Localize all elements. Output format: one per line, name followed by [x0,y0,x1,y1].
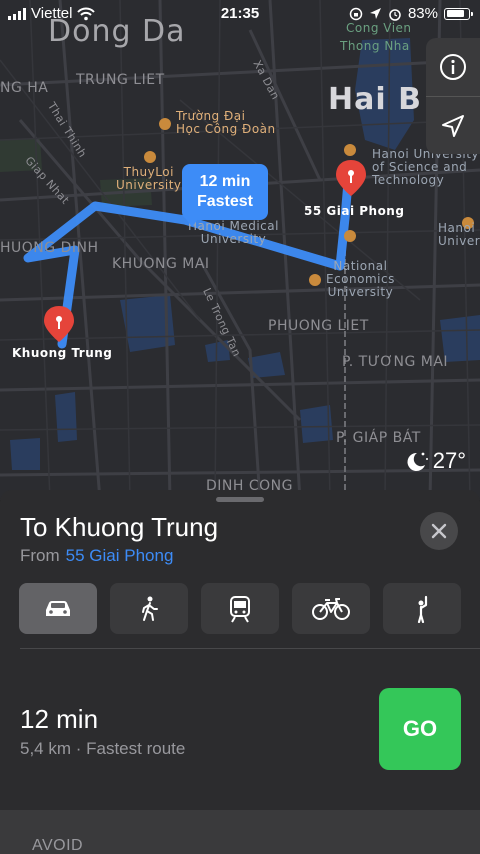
avoid-label: AVOID [32,837,84,854]
map-label-poi: ThuyLoi University [116,165,182,192]
status-icons: 83% [349,5,473,22]
map-label-ward: P. TƯƠNG MAI [342,354,449,370]
mode-cycle[interactable] [292,583,370,634]
destination-pin-icon[interactable] [42,304,76,349]
origin-pin-icon[interactable] [334,158,368,203]
destination-title: To Khuong Trung [20,512,219,542]
info-button[interactable] [426,38,480,96]
map-label-ward: P. GIÁP BÁT [336,430,421,446]
mode-transit[interactable] [201,583,279,634]
bicycle-icon [312,597,350,620]
battery-icon [444,7,473,20]
walking-icon [142,596,158,621]
map-label-poi: National Economics University [326,259,395,299]
origin-link[interactable]: 55 Giai Phong [66,546,174,565]
hailing-person-icon [417,595,428,623]
divider [20,648,480,649]
route-duration: 12 min [20,704,99,734]
map-label-district: Hai B [328,82,422,117]
map-label-ward: PHUONG LIET [268,318,369,334]
train-icon [230,595,250,623]
rotation-lock-icon [349,7,363,20]
weather-temperature: 27° [432,448,466,473]
transport-modes [19,583,461,634]
location-arrow-icon [442,114,464,137]
moon-stars-icon [407,452,428,471]
origin-pin-label: 55 Giai Phong [304,204,405,218]
directions-sheet: To Khuong Trung From 55 Giai Phong 12 mi… [0,490,480,854]
map-label-ward: HUONG DINH [0,240,99,256]
destination-pin-label: Khuong Trung [12,346,113,360]
route-details: 5,4 km · Fastest route [20,739,186,758]
close-icon [431,523,447,539]
map-label-poi: Hanoi U Univer [438,221,480,248]
map-label-poi: Trường Đại Học Công Đoàn [176,109,276,136]
status-bar: Viettel 21:35 83% [0,0,480,28]
map-view[interactable]: Dong Da Hai B NG HA TRUNG LIET Thai Thin… [0,0,480,500]
route-callout[interactable]: 12 min Fastest [182,164,268,227]
car-icon [46,600,70,616]
info-icon [440,54,466,80]
callout-time: 12 min [199,173,251,190]
map-label-park: Thong Nha [340,39,410,53]
map-label-ward: KHUONG MAI [112,256,210,272]
mode-walk[interactable] [110,583,188,634]
alarm-icon [389,8,401,21]
callout-label: Fastest [196,193,254,210]
battery-percent: 83% [407,5,438,22]
map-controls [426,38,480,154]
mode-drive[interactable] [19,583,97,634]
map-label-ward: TRUNG LIET [76,72,165,88]
sheet-grabber[interactable] [216,497,264,502]
location-services-icon [369,8,381,19]
mode-ride[interactable] [383,583,461,634]
weather-widget: 27° [403,448,466,474]
map-label-ward: NG HA [0,80,49,96]
locate-me-button[interactable] [426,96,480,154]
origin-line: From 55 Giai Phong [20,546,173,566]
go-button[interactable]: GO [379,688,461,770]
map-label-poi: Hanoi Medical University [188,219,279,246]
origin-prefix: From [20,546,60,565]
close-button[interactable] [420,512,458,550]
